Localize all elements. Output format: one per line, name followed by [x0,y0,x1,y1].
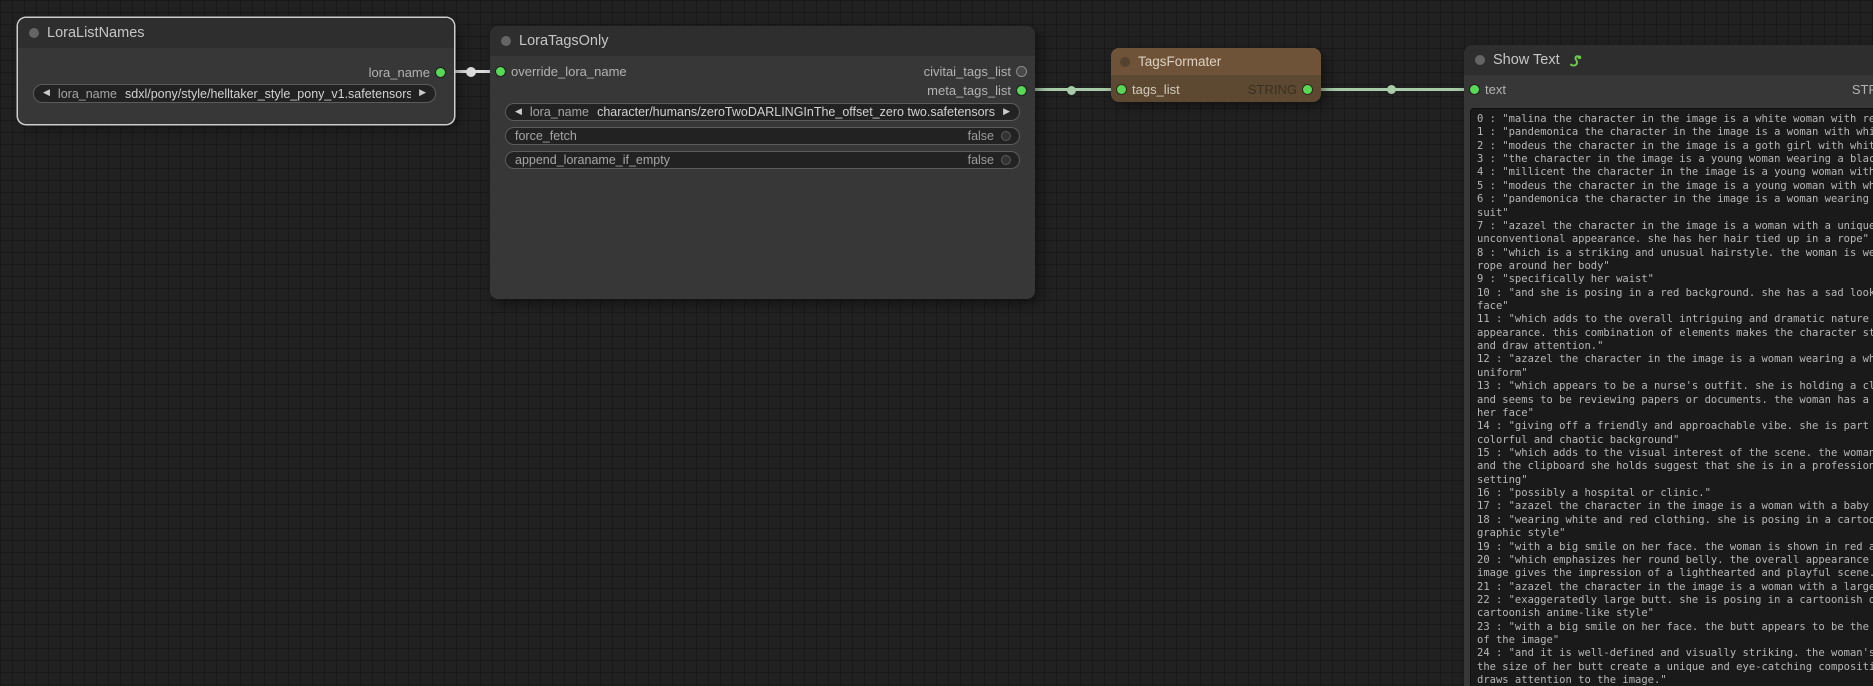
node-show-text[interactable]: Show Text text STRING 0 : "malina the ch… [1464,45,1873,686]
node-title: LoraTagsOnly [519,33,608,49]
node-title: TagsFormater [1138,54,1221,69]
force-fetch-toggle-widget[interactable]: force_fetch false [505,127,1020,145]
node-status-dot-icon[interactable] [501,36,511,46]
toggle-indicator-icon[interactable] [1002,156,1010,164]
node-status-dot-icon[interactable] [1475,55,1485,65]
show-text-content: 0 : "malina the character in the image i… [1471,109,1873,686]
combo-prev-icon[interactable]: ◀ [515,108,522,117]
output-connector-icon[interactable] [1017,86,1026,95]
node-loralistnames[interactable]: LoraListNames lora_name ◀ lora_name sdxl… [18,18,454,124]
lora-name-combo-widget[interactable]: ◀ lora_name character/humans/zeroTwoDARL… [505,103,1020,121]
node-status-dot-icon[interactable] [1120,57,1130,67]
input-connector-icon[interactable] [1470,85,1479,94]
node-loratagsonly[interactable]: LoraTagsOnly override_lora_name civitai_… [490,26,1035,299]
output-slot-meta-tags-list: meta_tags_list [490,81,1035,99]
widget-value: sdxl/pony/style/helltaker_style_pony_v1.… [125,87,411,101]
widget-value: false [968,153,994,167]
slot-label: meta_tags_list [927,83,1011,98]
slot-label: STRING [1852,82,1873,97]
node-title-bar[interactable]: LoraListNames [18,18,454,48]
show-text-output-area[interactable]: 0 : "malina the character in the image i… [1470,108,1873,686]
widget-label: force_fetch [515,129,577,143]
slot-label: text [1485,82,1506,97]
combo-next-icon[interactable]: ▶ [1003,108,1010,117]
node-title-bar[interactable]: LoraTagsOnly [490,26,1035,56]
slot-label: STRING [1248,82,1297,97]
slot-label: tags_list [1132,82,1180,97]
slot-label: civitai_tags_list [924,64,1011,79]
combo-prev-icon[interactable]: ◀ [43,89,50,98]
node-tagsformater[interactable]: TagsFormater tags_list STRING [1111,48,1321,102]
widget-label: lora_name [58,87,117,101]
output-connector-icon[interactable] [436,68,445,77]
output-slot-civitai-tags-list: civitai_tags_list [490,62,1035,80]
widget-value: false [968,129,994,143]
node-status-dot-icon[interactable] [29,28,39,38]
node-title: Show Text [1493,52,1560,68]
snake-icon [1568,53,1583,68]
widget-value: character/humans/zeroTwoDARLINGInThe_off… [597,105,995,119]
wire-midpoint-dot[interactable] [1387,85,1396,94]
slot-row-text-string: text STRING [1464,80,1873,98]
comfyui-node-graph-canvas[interactable]: { "glyphs": { "left_arrow": "◀", "right_… [0,0,1873,686]
append-loraname-if-empty-toggle-widget[interactable]: append_loraname_if_empty false [505,151,1020,169]
output-connector-icon[interactable] [1303,85,1312,94]
slot-row-tags-list-string: tags_list STRING [1111,80,1321,98]
toggle-indicator-icon[interactable] [1002,132,1010,140]
node-title-bar[interactable]: Show Text [1464,45,1873,75]
slot-label: lora_name [369,65,430,80]
combo-next-icon[interactable]: ▶ [419,89,426,98]
wire-midpoint-dot[interactable] [1067,86,1076,95]
node-title: LoraListNames [47,25,145,41]
node-title-bar[interactable]: TagsFormater [1111,48,1321,75]
output-slot-lora-name: lora_name [18,63,454,81]
input-connector-icon[interactable] [1117,85,1126,94]
lora-name-combo-widget[interactable]: ◀ lora_name sdxl/pony/style/helltaker_st… [33,84,436,103]
widget-label: append_loraname_if_empty [515,153,670,167]
wire-midpoint-dot[interactable] [466,67,476,77]
widget-label: lora_name [530,105,589,119]
output-connector-icon[interactable] [1017,67,1026,76]
